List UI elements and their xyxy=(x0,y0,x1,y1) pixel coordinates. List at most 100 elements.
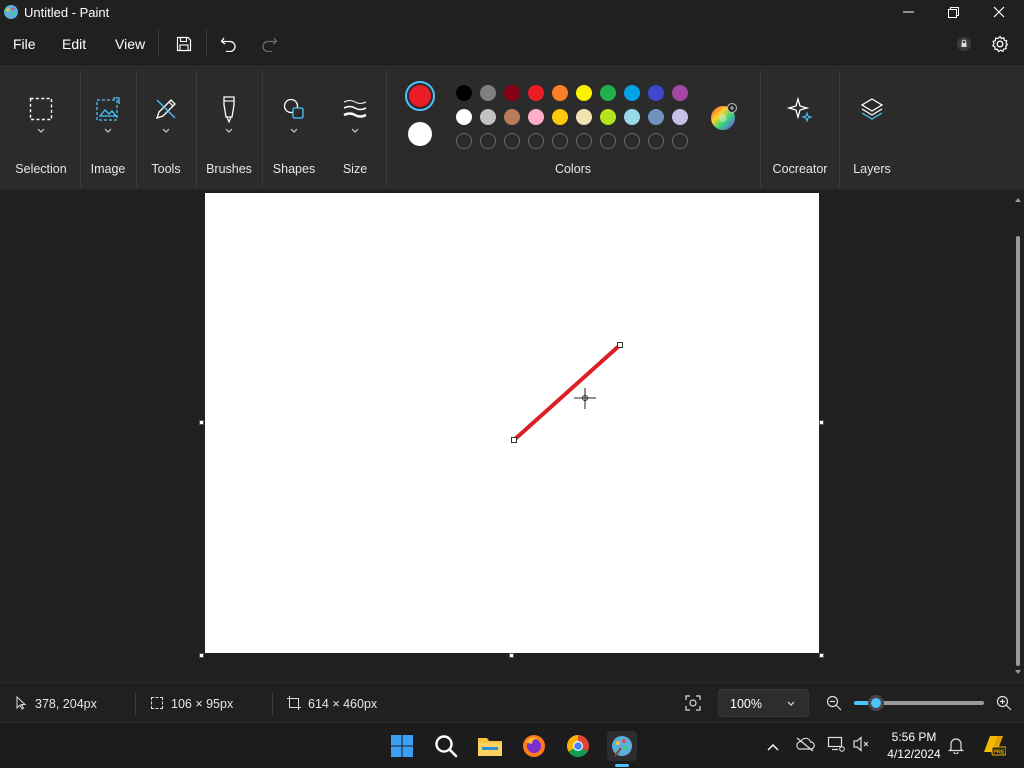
color-swatch[interactable] xyxy=(576,109,592,125)
save-icon[interactable] xyxy=(172,32,196,56)
file-explorer-icon[interactable] xyxy=(475,731,505,761)
shapes-group[interactable]: Shapes xyxy=(264,65,324,190)
menu-edit[interactable]: Edit xyxy=(62,36,86,52)
menu-separator xyxy=(206,30,207,56)
zoom-slider-thumb[interactable] xyxy=(868,695,884,711)
vertical-scrollbar[interactable] xyxy=(1012,192,1024,680)
color-swatch[interactable] xyxy=(648,109,664,125)
primary-color-button[interactable] xyxy=(405,81,435,111)
start-icon[interactable] xyxy=(387,731,417,761)
zoom-slider[interactable] xyxy=(854,695,984,711)
undo-icon[interactable] xyxy=(217,32,241,56)
zoom-dropdown[interactable]: 100% xyxy=(718,689,809,717)
show-hidden-icons-icon[interactable] xyxy=(766,739,780,751)
paint-app-icon xyxy=(3,4,19,20)
clock-time[interactable]: 5:56 PM xyxy=(880,730,948,744)
shapes-label: Shapes xyxy=(272,162,316,176)
canvas-resize-handle-left[interactable] xyxy=(199,420,204,425)
line-endpoint-handle[interactable] xyxy=(617,342,623,348)
custom-color-slot[interactable] xyxy=(648,133,664,149)
selection-group[interactable]: Selection xyxy=(5,65,77,190)
chrome-icon[interactable] xyxy=(563,731,593,761)
menu-file[interactable]: File xyxy=(13,36,36,52)
notification-bell-icon[interactable] xyxy=(948,736,964,755)
custom-color-slot[interactable] xyxy=(456,133,472,149)
color-swatch[interactable] xyxy=(600,85,616,101)
window-title: Untitled - Paint xyxy=(24,5,110,20)
color-swatch[interactable] xyxy=(624,85,640,101)
custom-color-slot[interactable] xyxy=(552,133,568,149)
settings-gear-icon[interactable] xyxy=(988,32,1012,56)
secondary-color-button[interactable] xyxy=(408,122,432,146)
custom-color-slot[interactable] xyxy=(672,133,688,149)
selection-size-text: 106 × 95px xyxy=(171,697,234,711)
color-swatch[interactable] xyxy=(504,85,520,101)
zoom-out-icon[interactable] xyxy=(826,695,842,711)
color-swatch[interactable] xyxy=(672,109,688,125)
color-swatch[interactable] xyxy=(528,85,544,101)
custom-color-slot[interactable] xyxy=(480,133,496,149)
zoom-in-icon[interactable] xyxy=(996,695,1012,711)
firefox-icon[interactable] xyxy=(519,731,549,761)
image-icon xyxy=(94,95,122,123)
color-swatch[interactable] xyxy=(624,109,640,125)
canvas-resize-handle-bottom[interactable] xyxy=(509,653,514,658)
menu-view[interactable]: View xyxy=(115,36,145,52)
custom-color-slot[interactable] xyxy=(504,133,520,149)
onedrive-icon[interactable] xyxy=(795,736,815,752)
line-endpoint-handle[interactable] xyxy=(511,437,517,443)
color-swatch[interactable] xyxy=(576,85,592,101)
color-swatch[interactable] xyxy=(672,85,688,101)
chevron-down-icon xyxy=(290,128,298,133)
copilot-preview-icon[interactable]: PRE xyxy=(980,732,1007,758)
tools-group[interactable]: Tools xyxy=(138,65,194,190)
color-swatch[interactable] xyxy=(600,109,616,125)
sparkle-icon xyxy=(786,95,814,123)
account-icon[interactable] xyxy=(952,32,976,56)
minimize-button[interactable] xyxy=(885,0,931,24)
fit-to-window-icon[interactable] xyxy=(684,694,702,712)
canvas-resize-handle-right[interactable] xyxy=(819,420,824,425)
line-size-icon xyxy=(341,95,369,123)
chevron-down-icon xyxy=(225,128,233,133)
image-group[interactable]: Image xyxy=(82,65,134,190)
colors-group: Colors xyxy=(388,65,758,190)
color-swatch[interactable] xyxy=(456,109,472,125)
menu-bar: File Edit View xyxy=(0,24,1024,64)
color-swatch[interactable] xyxy=(480,109,496,125)
chevron-down-icon xyxy=(37,128,45,133)
status-separator xyxy=(135,693,136,715)
custom-color-slot[interactable] xyxy=(576,133,592,149)
svg-text:PRE: PRE xyxy=(993,750,1005,756)
paint-taskbar-icon[interactable] xyxy=(607,731,637,761)
canvas-resize-handle-bottom-left[interactable] xyxy=(199,653,204,658)
color-swatch[interactable] xyxy=(456,85,472,101)
brushes-group[interactable]: Brushes xyxy=(198,65,260,190)
color-swatch[interactable] xyxy=(552,85,568,101)
layers-group[interactable]: Layers xyxy=(841,65,903,190)
search-icon[interactable] xyxy=(431,731,461,761)
drawing-canvas[interactable] xyxy=(205,193,819,653)
color-swatch[interactable] xyxy=(528,109,544,125)
network-icon[interactable] xyxy=(827,735,845,753)
restore-button[interactable] xyxy=(930,0,976,24)
volume-muted-icon[interactable] xyxy=(852,735,870,753)
cocreator-group[interactable]: Cocreator xyxy=(762,65,838,190)
color-swatch[interactable] xyxy=(480,85,496,101)
color-swatch[interactable] xyxy=(648,85,664,101)
close-button[interactable] xyxy=(976,0,1022,24)
custom-color-slot[interactable] xyxy=(528,133,544,149)
size-group[interactable]: Size xyxy=(326,65,384,190)
drawn-line[interactable] xyxy=(512,343,622,442)
edit-colors-icon[interactable] xyxy=(710,103,737,130)
zoom-value: 100% xyxy=(730,697,762,711)
shapes-icon xyxy=(280,95,308,123)
canvas-resize-handle-bottom-right[interactable] xyxy=(819,653,824,658)
color-swatch[interactable] xyxy=(552,109,568,125)
clock-date[interactable]: 4/12/2024 xyxy=(880,747,948,761)
custom-color-slot[interactable] xyxy=(600,133,616,149)
custom-color-slot[interactable] xyxy=(624,133,640,149)
chevron-down-icon xyxy=(104,128,112,133)
color-swatch[interactable] xyxy=(504,109,520,125)
cursor-pointer-icon xyxy=(14,695,28,710)
